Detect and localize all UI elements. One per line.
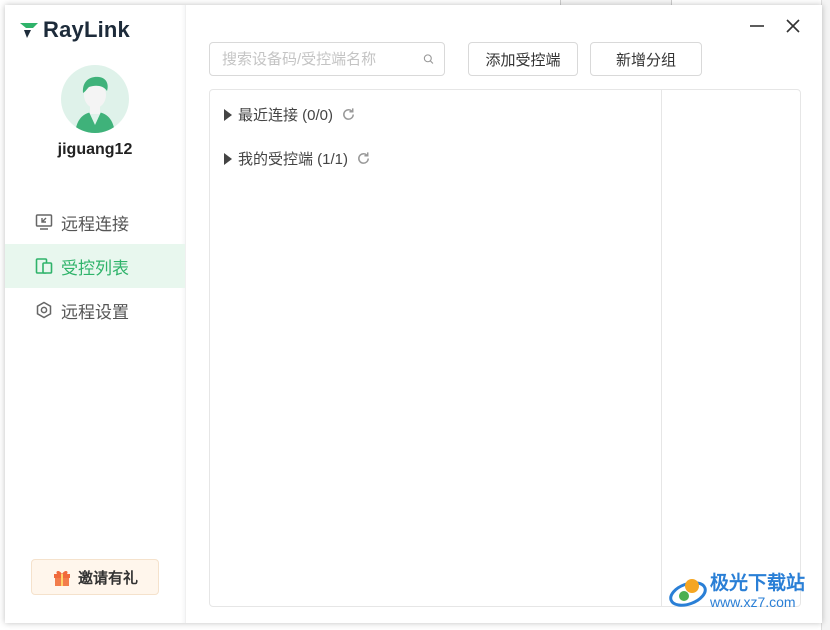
sidebar-item-controlled-list[interactable]: 受控列表 <box>5 244 185 288</box>
refresh-icon[interactable] <box>341 107 356 122</box>
sidebar-item-remote-settings[interactable]: 远程设置 <box>5 288 185 332</box>
app-logo: RayLink <box>19 17 130 43</box>
expand-triangle-icon <box>224 108 232 121</box>
remote-connect-icon <box>35 214 53 230</box>
background-window-strip <box>821 0 830 630</box>
window-controls <box>748 17 802 35</box>
sidebar-nav: 远程连接 受控列表 远程设置 <box>5 200 185 332</box>
raylink-window: RayLink jiguang12 远程连接 受控列表 远程设置 邀请有礼 搜索… <box>5 5 822 623</box>
refresh-icon[interactable] <box>356 151 371 166</box>
username: jiguang12 <box>57 141 133 158</box>
device-list-panel: 最近连接 (0/0) 我的受控端 (1/1) <box>209 89 801 607</box>
sidebar-item-label: 远程连接 <box>61 214 129 234</box>
sidebar-item-label: 受控列表 <box>61 258 129 278</box>
invite-button[interactable]: 邀请有礼 <box>31 559 159 595</box>
minimize-icon[interactable] <box>748 17 766 35</box>
app-name: RayLink <box>43 17 130 42</box>
group-label: 我的受控端 (1/1) <box>238 151 349 168</box>
search-box <box>209 42 445 76</box>
search-input[interactable] <box>220 49 423 69</box>
group-recent-connections[interactable]: 最近连接 (0/0) <box>224 104 356 125</box>
expand-triangle-icon <box>224 152 232 165</box>
sidebar-item-remote-connect[interactable]: 远程连接 <box>5 200 185 244</box>
watermark: 极光下载站 www.xz7.com <box>668 572 805 612</box>
group-label: 最近连接 (0/0) <box>238 107 334 124</box>
remote-settings-icon <box>36 301 52 319</box>
panel-divider <box>661 90 662 606</box>
raylink-logo-icon <box>20 23 38 38</box>
close-icon[interactable] <box>784 17 802 35</box>
watermark-title: 极光下载站 <box>710 573 806 594</box>
group-my-controlled[interactable]: 我的受控端 (1/1) <box>224 148 371 169</box>
avatar[interactable] <box>61 65 129 133</box>
sidebar-item-label: 远程设置 <box>61 302 129 322</box>
add-controlled-button[interactable]: 添加受控端 <box>468 42 578 76</box>
invite-label: 邀请有礼 <box>77 569 138 587</box>
gift-icon <box>53 570 70 586</box>
watermark-url: www.xz7.com <box>710 594 796 610</box>
user-avatar-icon <box>75 76 115 133</box>
watermark-logo-icon <box>669 579 707 607</box>
controlled-list-icon <box>35 258 53 274</box>
sidebar: RayLink jiguang12 远程连接 受控列表 远程设置 邀请有礼 <box>5 5 186 623</box>
add-group-button[interactable]: 新增分组 <box>590 42 702 76</box>
search-icon[interactable] <box>423 51 434 67</box>
